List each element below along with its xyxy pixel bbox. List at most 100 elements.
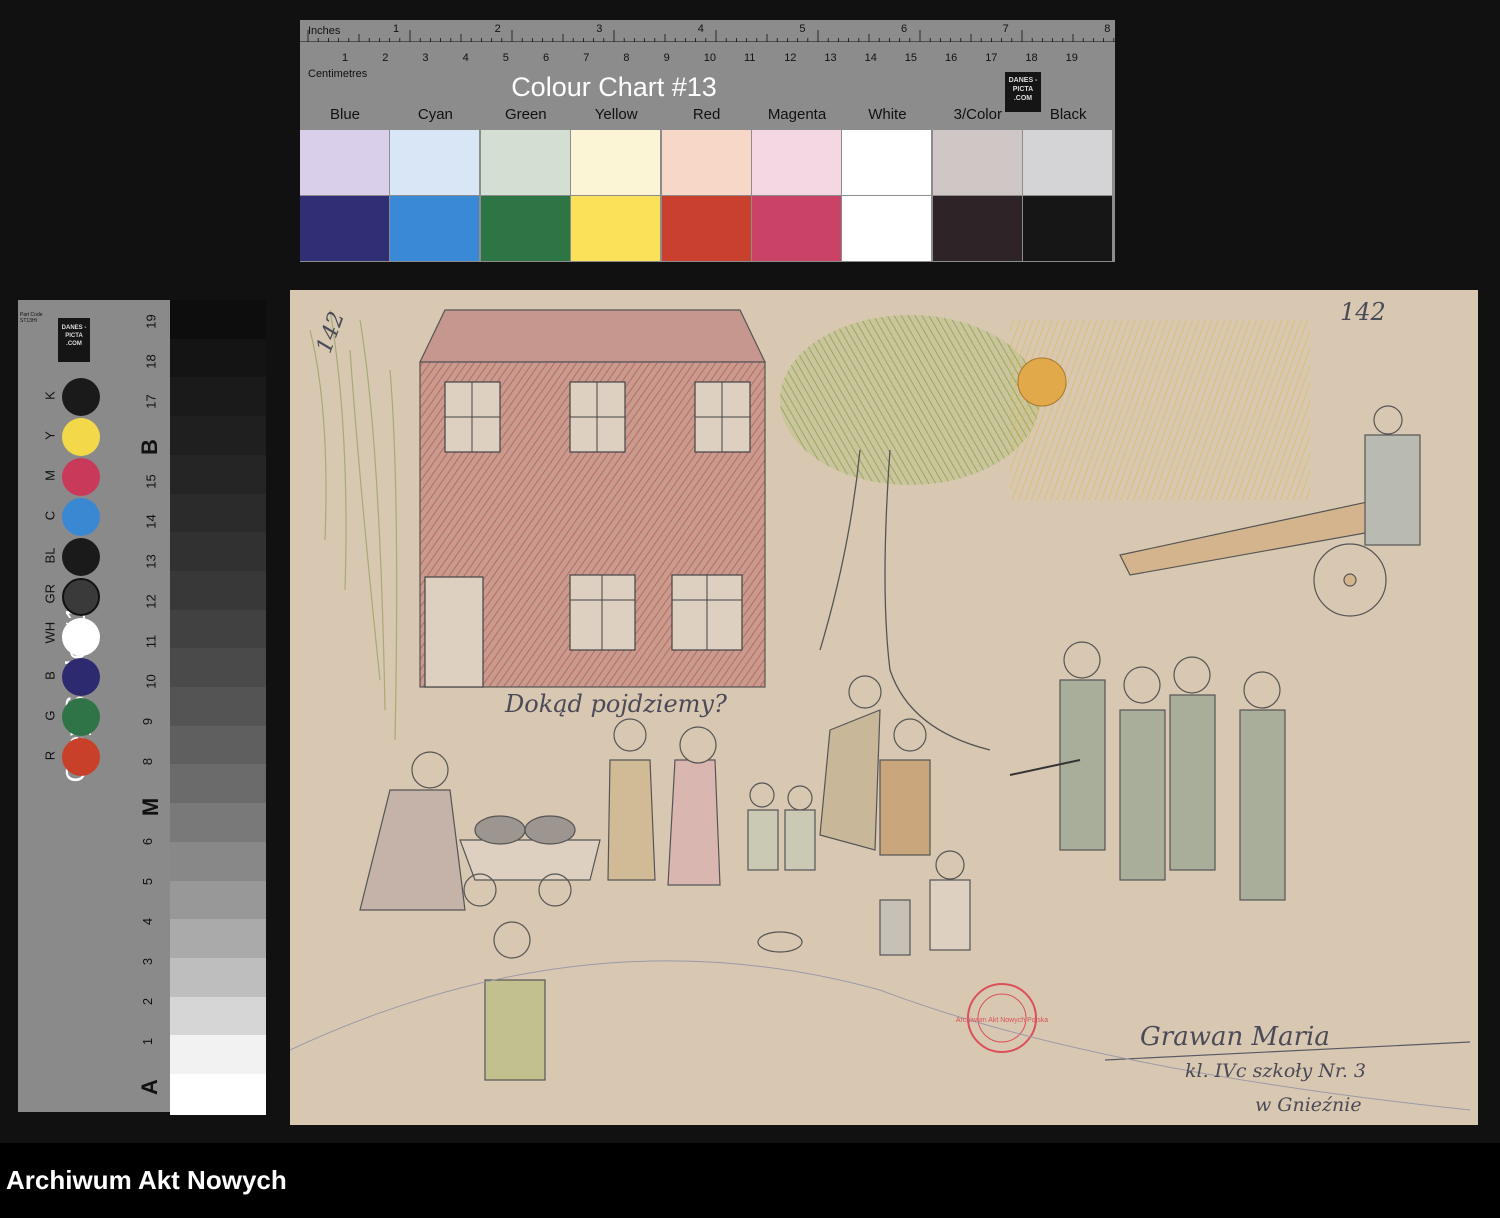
grey-step xyxy=(170,609,266,651)
grey-step-number: 19 xyxy=(143,314,159,329)
inches-label: Inches xyxy=(308,25,341,37)
grey-step xyxy=(170,725,266,767)
colour-dot xyxy=(62,498,100,536)
cm-number: 11 xyxy=(744,52,756,64)
grey-step xyxy=(170,841,266,883)
colour-dot-label: WH xyxy=(42,621,58,644)
cm-number: 2 xyxy=(382,52,389,64)
cm-number: 8 xyxy=(623,52,630,64)
signature-name: Grawan Maria xyxy=(1140,1022,1330,1052)
grey-step xyxy=(170,532,266,574)
colour-dot xyxy=(62,578,100,616)
grey-step xyxy=(170,338,266,380)
cm-number: 16 xyxy=(945,52,958,64)
cm-number: 5 xyxy=(502,52,509,64)
colour-label: Magenta xyxy=(767,106,827,123)
dark-colour-patch xyxy=(390,196,480,261)
colour-label: Blue xyxy=(329,106,361,123)
grey-step-number: 14 xyxy=(143,514,159,529)
inch-number: 3 xyxy=(596,23,603,35)
colour-dot xyxy=(62,538,100,576)
grey-step-number: 12 xyxy=(143,594,159,609)
cm-number: 18 xyxy=(1025,52,1038,64)
colour-dot-label: C xyxy=(42,510,58,521)
childrens-drawing: Archiwum Akt Nowych Polska 142 142 Dokąd… xyxy=(290,290,1478,1125)
archive-name: Archiwum Akt Nowych xyxy=(6,1165,287,1195)
cm-number: 1 xyxy=(342,52,349,64)
dark-colour-patch xyxy=(480,196,570,261)
light-colour-patch xyxy=(300,130,389,195)
cm-number: 10 xyxy=(703,52,717,64)
colour-label: Yellow xyxy=(594,106,638,123)
grey-scale-card: Part Code ST13HI DANES -PICTA .COM Grey … xyxy=(18,300,266,1115)
grey-step xyxy=(170,764,266,806)
cm-number: 14 xyxy=(864,52,877,64)
light-colour-patch xyxy=(752,130,841,195)
grey-step xyxy=(170,996,266,1038)
inch-number: 2 xyxy=(494,23,501,35)
colour-label: White xyxy=(868,106,907,123)
signature-class: kl. IVc szkoły Nr. 3 xyxy=(1185,1060,1367,1082)
colour-dot xyxy=(62,698,100,736)
part-code-text: Part Code ST13HI xyxy=(20,312,43,324)
grey-step-number: 5 xyxy=(140,877,156,886)
dark-colour-patch xyxy=(932,196,1022,261)
colour-dot-label: M xyxy=(42,470,58,481)
light-colour-patch xyxy=(661,130,751,195)
dark-colour-patch xyxy=(661,196,751,261)
signature-town: w Gnieźnie xyxy=(1255,1094,1362,1116)
light-colour-patch xyxy=(1023,130,1113,195)
grey-step xyxy=(170,493,266,535)
inch-number: 5 xyxy=(799,23,806,35)
grey-step-number: 10 xyxy=(143,674,159,689)
colour-chart-title: Colour Chart #13 xyxy=(511,72,717,102)
light-colour-patch xyxy=(571,130,661,195)
colour-label: Black xyxy=(1049,106,1087,123)
grey-step xyxy=(170,648,266,690)
big-tree xyxy=(780,315,1040,751)
grey-step-number: 2 xyxy=(140,997,156,1006)
ruler-scale xyxy=(300,30,1115,42)
red-house xyxy=(419,309,766,688)
colour-dot-label: GR xyxy=(42,584,58,604)
dark-colour-patch xyxy=(752,196,841,261)
stamp-text: Archiwum Akt Nowych Polska xyxy=(956,1017,1048,1024)
inch-number: 8 xyxy=(1104,23,1111,35)
grey-step-number: 18 xyxy=(143,354,159,369)
grey-step-number: 11 xyxy=(143,634,159,649)
sun xyxy=(1010,320,1310,500)
grey-step-number: 8 xyxy=(140,757,156,766)
grey-step-number: M xyxy=(138,797,164,817)
grey-step-number: B xyxy=(136,439,162,455)
cm-number: 15 xyxy=(904,52,918,64)
grey-step xyxy=(170,416,266,458)
grey-step-number: 9 xyxy=(140,717,156,726)
light-colour-patch xyxy=(390,130,480,195)
inch-number: 4 xyxy=(697,23,704,35)
dark-colour-patch xyxy=(842,196,932,261)
drawing-caption: Dokąd pojdziemy? xyxy=(505,690,727,718)
grey-step xyxy=(170,803,266,845)
colour-dot-label: K xyxy=(42,391,58,400)
cm-number: 4 xyxy=(462,52,469,64)
grey-step xyxy=(170,377,266,419)
cm-number: 9 xyxy=(663,52,670,64)
light-colour-patch xyxy=(480,130,570,195)
cm-number: 6 xyxy=(543,52,550,64)
colour-label: Green xyxy=(504,106,547,123)
grey-step xyxy=(170,1074,266,1115)
grey-step-number: 17 xyxy=(143,394,159,409)
colour-label: 3/Color xyxy=(953,106,1002,123)
colour-chart: Inches Centimetres 12345678 1 2 3 4 5 6 7 8 9 10 1… xyxy=(300,20,1115,262)
grey-step-number: 6 xyxy=(140,837,156,846)
drawing-artwork: Archiwum Akt Nowych Polska xyxy=(290,309,1471,1111)
inch-number: 7 xyxy=(1002,23,1009,35)
colour-label: Red xyxy=(692,106,721,123)
grey-step xyxy=(170,570,266,612)
colour-dot xyxy=(62,418,100,456)
grey-step xyxy=(170,919,266,961)
colour-dot xyxy=(62,378,100,416)
cm-number: 19 xyxy=(1065,52,1078,64)
grey-step xyxy=(170,687,266,728)
footer-bar: Archiwum Akt Nowych xyxy=(0,1143,1500,1218)
